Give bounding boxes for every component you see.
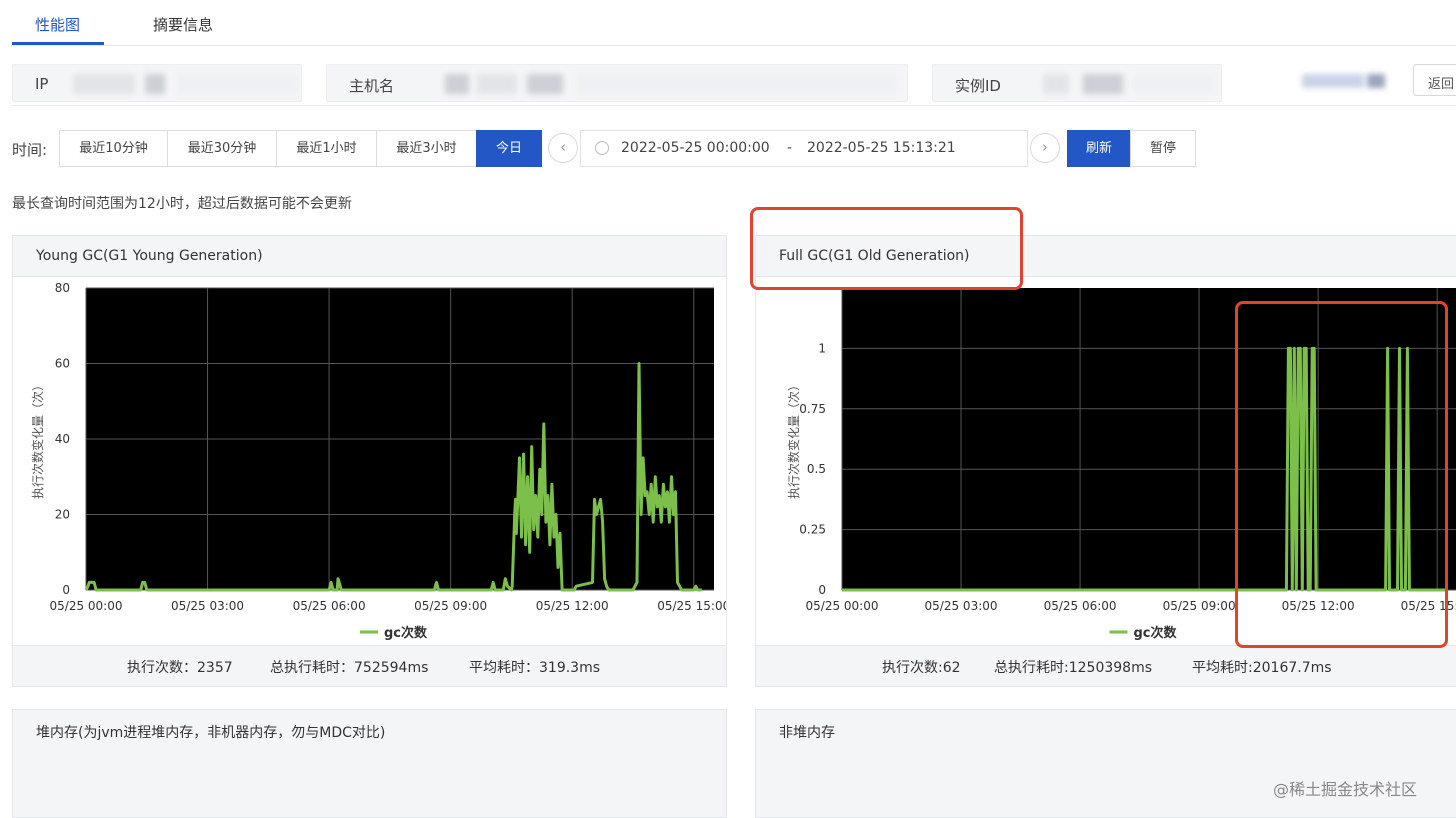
back-button[interactable]: 返回: [1413, 64, 1456, 96]
refresh-button[interactable]: 刷新: [1067, 130, 1131, 167]
stat-avg-time: 平均耗时:20167.7ms: [1192, 660, 1332, 676]
legend-label: gc次数: [384, 625, 428, 641]
y-tick-label: 40: [55, 432, 70, 446]
stat-total-time: 总执行耗时：752594ms: [270, 660, 429, 676]
x-tick-label: 05/25 15:00: [1401, 599, 1456, 613]
x-tick-label: 05/25 15:00: [657, 599, 726, 613]
chevron-right-icon: ›: [1042, 138, 1048, 156]
full-gc-panel: Full GC(G1 Old Generation) 0 0.25 0.5 0.75 1…: [755, 235, 1456, 687]
range-end: 2022-05-25 15:13:21: [807, 140, 956, 156]
range-start: 2022-05-25 00:00:00: [621, 140, 770, 156]
preset-today[interactable]: 今日: [476, 130, 542, 167]
redacted-user-info: [1302, 74, 1364, 88]
tab-bar: 性能图 摘要信息: [12, 0, 1456, 46]
ip-label: IP: [35, 75, 49, 93]
y-tick-label: 0.25: [799, 523, 826, 537]
stat-total-time: 总执行耗时:1250398ms: [994, 660, 1152, 676]
pause-button[interactable]: 暂停: [1130, 130, 1196, 167]
x-tick-label: 05/25 09:00: [1163, 599, 1236, 613]
clock-icon: [595, 141, 609, 155]
y-tick-label: 20: [55, 508, 70, 522]
hostname-field: 主机名: [326, 64, 908, 102]
prev-range-button[interactable]: ‹: [548, 133, 578, 163]
watermark: @稀土掘金技术社区: [1273, 780, 1418, 799]
instance-id-label: 实例ID: [955, 77, 1001, 95]
chevron-left-icon: ‹: [560, 138, 566, 156]
x-tick-label: 05/25 03:00: [925, 599, 998, 613]
x-tick-label: 05/25 12:00: [536, 599, 609, 613]
x-tick-label: 05/25 06:00: [1044, 599, 1117, 613]
preset-last-30-min[interactable]: 最近30分钟: [167, 130, 277, 167]
panel-title: Full GC(G1 Old Generation): [779, 248, 970, 264]
stat-avg-time: 平均耗时：319.3ms: [469, 660, 601, 676]
plot-area: [842, 288, 1456, 590]
x-tick-label: 05/25 06:00: [293, 599, 366, 613]
panel-stats: 执行次数：2357 总执行耗时：752594ms 平均耗时：319.3ms: [13, 645, 726, 686]
next-range-button[interactable]: ›: [1030, 133, 1060, 163]
preset-last-1-hour[interactable]: 最近1小时: [276, 130, 377, 167]
x-tick-label: 05/25 00:00: [50, 599, 123, 613]
y-tick-label: 0.75: [799, 402, 826, 416]
young-gc-chart: 0 20 40 60 80 05/25 00:00 05/25 03:00 05/25 06:…: [30, 281, 726, 641]
tab-performance-chart[interactable]: 性能图: [35, 14, 80, 35]
redacted-hostname-part: [527, 74, 563, 94]
non-heap-memory-panel: 非堆内存: [755, 709, 1456, 818]
heap-memory-panel: 堆内存(为jvm进程堆内存，非机器内存，勿与MDC对比): [12, 709, 727, 818]
panel-title: Young GC(G1 Young Generation): [36, 248, 263, 264]
panel-stats: 执行次数:62 总执行耗时:1250398ms 平均耗时:20167.7ms: [756, 645, 1456, 686]
hostname-label: 主机名: [349, 77, 395, 95]
redacted-hostname: [445, 74, 469, 94]
panel-header: Young GC(G1 Young Generation): [13, 236, 726, 277]
y-tick-label: 1: [818, 341, 826, 355]
preset-last-10-min[interactable]: 最近10分钟: [59, 130, 168, 167]
instance-id-field: 实例ID: [932, 64, 1222, 102]
x-tick-label: 05/25 12:00: [1282, 599, 1355, 613]
x-tick-label: 05/25 09:00: [414, 599, 487, 613]
preset-last-3-hours[interactable]: 最近3小时: [376, 130, 477, 167]
stat-count: 执行次数:62: [882, 660, 961, 676]
redacted-instance-id: [1043, 74, 1069, 94]
instance-info-bar: IP 主机名 实例ID 返回: [12, 62, 1456, 106]
redacted-user-info-part: [1367, 74, 1385, 88]
stat-count: 执行次数：2357: [127, 660, 233, 676]
redacted-instance-id-tail: [1133, 74, 1213, 94]
y-tick-label: 60: [55, 357, 70, 371]
range-separator: -: [787, 140, 793, 156]
redacted-ip: [73, 74, 135, 94]
y-tick-label: 0: [818, 583, 826, 597]
redacted-ip-tail: [178, 74, 298, 94]
y-tick-label: 0.5: [807, 462, 826, 476]
redacted-instance-id-part: [1083, 74, 1123, 94]
panel-header: Full GC(G1 Old Generation): [756, 236, 1456, 277]
young-gc-panel: Young GC(G1 Young Generation) 0 20 40 60 80 0…: [12, 235, 727, 687]
query-range-notice: 最长查询时间范围为12小时，超过后数据可能不会更新: [12, 196, 352, 212]
y-tick-label: 80: [55, 281, 70, 295]
date-range-picker[interactable]: 2022-05-25 00:00:00 - 2022-05-25 15:13:2…: [580, 130, 1028, 167]
panel-title: 堆内存(为jvm进程堆内存，非机器内存，勿与MDC对比): [36, 725, 386, 741]
active-tab-indicator: [12, 42, 104, 45]
redacted-ip-part: [145, 74, 165, 94]
redacted-hostname-tail: [577, 74, 897, 94]
tab-summary-info[interactable]: 摘要信息: [153, 14, 213, 35]
x-tick-label: 05/25 03:00: [171, 599, 244, 613]
redacted-hostname-part: [477, 74, 517, 94]
y-axis-label: 执行次数变化量（次）: [786, 379, 801, 499]
y-tick-label: 0: [62, 583, 70, 597]
ip-field: IP: [12, 64, 302, 102]
full-gc-chart: 0 0.25 0.5 0.75 1 05/25 00:00 05/25 03:00 05/25…: [786, 288, 1456, 641]
legend-label: gc次数: [1134, 625, 1178, 641]
x-tick-label: 05/25 00:00: [806, 599, 879, 613]
time-label: 时间:: [12, 141, 48, 159]
panel-title: 非堆内存: [779, 725, 835, 741]
y-axis-label: 执行次数变化量（次）: [30, 379, 45, 499]
